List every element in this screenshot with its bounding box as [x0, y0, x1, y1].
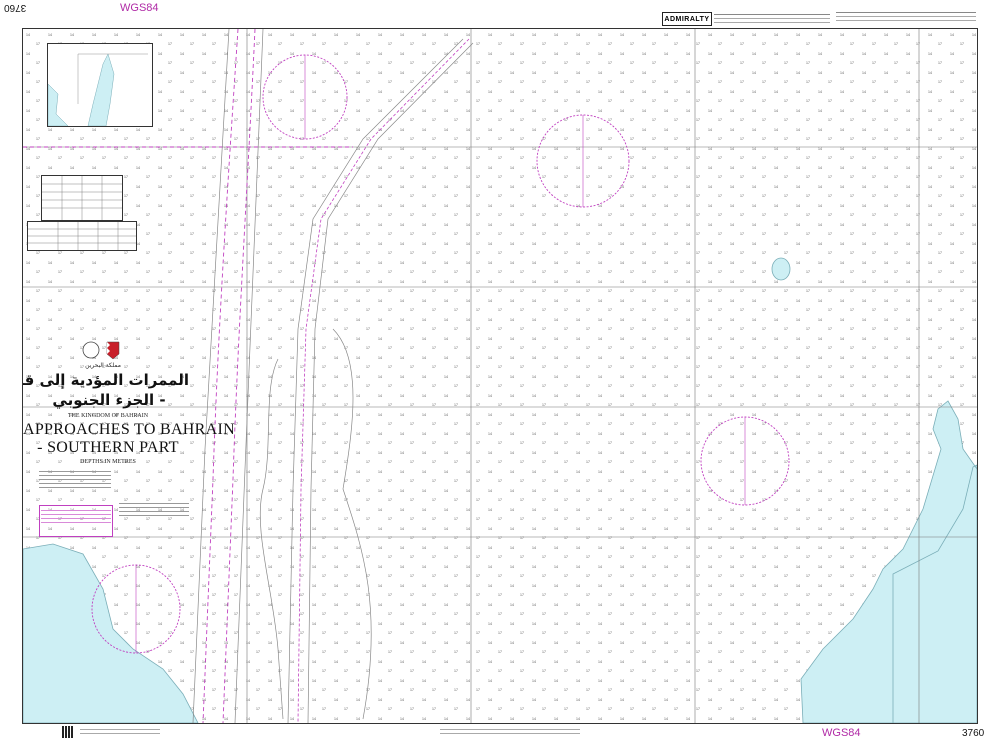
arabic-title-line2: - الجزء الجنوبي — [52, 391, 166, 409]
admiralty-badge: ADMIRALTY — [662, 12, 712, 26]
chart-title-line1: APPROACHES TO BAHRAIN — [23, 421, 235, 438]
caution-box — [39, 505, 113, 537]
header-warning-notes — [836, 10, 976, 28]
chart-number-top: 3760 — [4, 2, 27, 13]
footer-copyright-notes — [440, 726, 580, 740]
depths-unit-label: DEPTHS IN METRES — [80, 459, 136, 465]
tidal-table — [27, 221, 137, 251]
chart-title-line2: - SOUTHERN PART — [37, 439, 179, 456]
kingdom-emblems — [81, 339, 125, 361]
header-notes — [714, 12, 830, 28]
title-notes — [39, 469, 111, 499]
qr-code-icon — [62, 726, 74, 738]
kingdom-label: THE KINGDOM OF BAHRAIN — [67, 413, 149, 419]
cautionary-notes — [119, 501, 189, 527]
arabic-title-line1: الممرات المؤدية إلى قناة البحرين — [23, 371, 189, 389]
inset-locator-map — [47, 43, 153, 127]
datum-label-top: WGS84 — [120, 2, 159, 14]
datum-label-bottom: WGS84 — [822, 727, 861, 739]
chart-number-bottom: 3760 — [962, 728, 985, 739]
islet — [771, 257, 791, 281]
nautical-chart[interactable]: 14 17 — [22, 28, 978, 724]
arabic-kingdom-label: مملكة البحرين — [85, 362, 121, 369]
tidal-stream-table — [41, 175, 123, 221]
footer-edition-notes — [80, 726, 160, 740]
